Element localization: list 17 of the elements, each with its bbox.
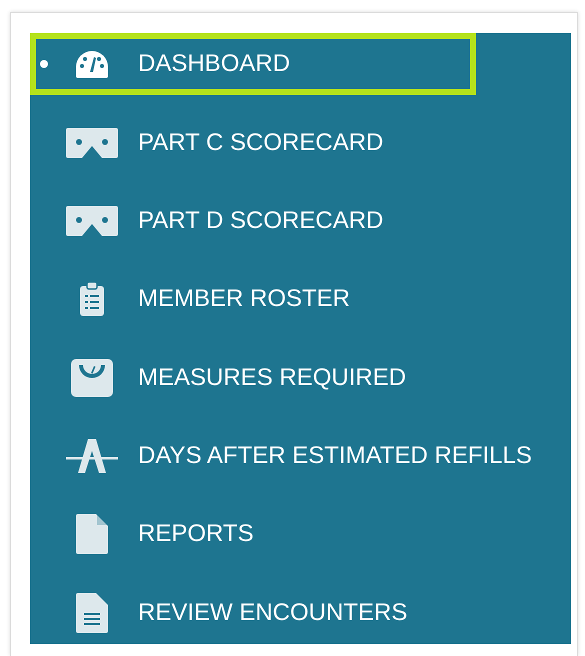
road-icon (66, 439, 118, 474)
menu-item[interactable]: REVIEW ENCOUNTERS (30, 582, 571, 644)
headset-icon (66, 206, 118, 236)
clipboard-icon (80, 282, 104, 316)
file-icon (76, 514, 108, 554)
menu-item[interactable]: MEMBER ROSTER (30, 268, 571, 330)
menu-item[interactable]: MEASURES REQUIRED (30, 346, 571, 409)
headset-icon (66, 128, 118, 158)
menu-item[interactable]: DAYS AFTER ESTIMATED REFILLS (30, 424, 571, 488)
gauge-icon (75, 50, 109, 78)
menu-item[interactable]: PART D SCORECARD (30, 190, 571, 252)
menu-item[interactable]: DASHBOARD (30, 33, 476, 96)
document-icon (76, 592, 108, 633)
menu-item[interactable]: PART C SCORECARD (30, 111, 571, 174)
menu-item[interactable]: REPORTS (30, 503, 571, 566)
scale-icon (71, 358, 113, 397)
bullet-icon (40, 60, 48, 68)
